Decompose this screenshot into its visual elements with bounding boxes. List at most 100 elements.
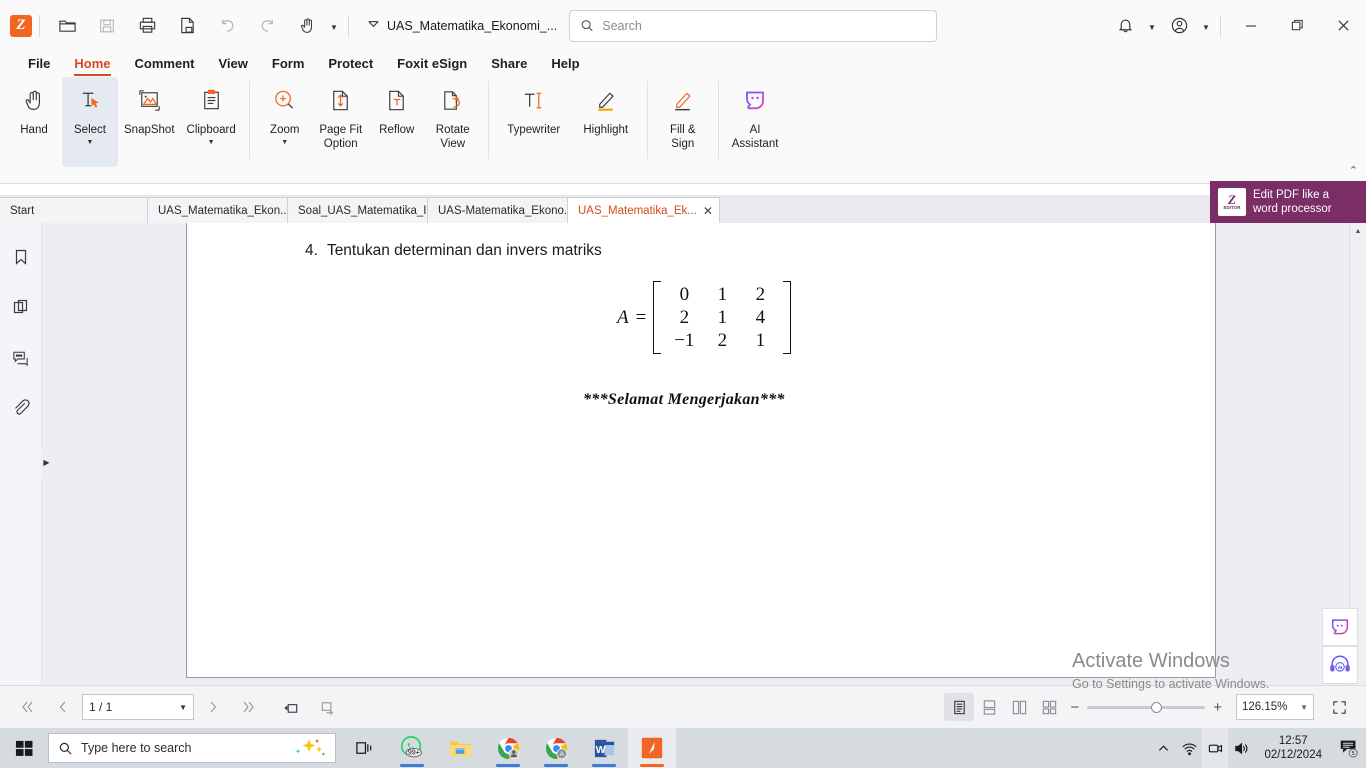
tab-close-icon[interactable]: ✕ bbox=[703, 205, 713, 217]
foxit-pdf-reader-window: Z ▼ UAS_Matematika_Ekonomi_... Search ▼ … bbox=[0, 0, 1366, 768]
document-work-area: ▶ 4. Tentukan determinan dan invers matri… bbox=[0, 223, 1366, 685]
ribbon-zoom-button[interactable]: Zoom ▼ bbox=[257, 77, 313, 167]
ribbon-reflow-button[interactable]: Reflow bbox=[369, 77, 425, 167]
ribbon-select-caret[interactable]: ▼ bbox=[87, 139, 94, 146]
ribbon-rotate-view-button[interactable]: Rotate View bbox=[425, 77, 481, 167]
word-icon[interactable]: W bbox=[580, 728, 628, 768]
menu-protect[interactable]: Protect bbox=[316, 51, 385, 77]
ribbon-ai-assistant-button[interactable]: AI Assistant bbox=[726, 77, 785, 167]
notification-center-icon[interactable]: 5 bbox=[1332, 728, 1366, 768]
maximize-restore-button[interactable] bbox=[1274, 0, 1320, 51]
next-view-icon[interactable] bbox=[314, 694, 340, 720]
ribbon-select-button[interactable]: Select ▼ bbox=[62, 77, 118, 167]
fullscreen-icon[interactable] bbox=[1326, 694, 1352, 720]
windows-start-icon[interactable] bbox=[0, 728, 48, 768]
tab-document-3[interactable]: UAS-Matematika_Ekono... bbox=[428, 197, 568, 223]
scroll-up-icon[interactable]: ▲ bbox=[1350, 223, 1366, 240]
continuous-view-icon[interactable] bbox=[974, 693, 1004, 721]
tab-start[interactable]: Start bbox=[0, 197, 148, 223]
tab-document-2-label: Soal_UAS_Matematika_I... bbox=[298, 204, 428, 217]
notifications-bell-icon[interactable] bbox=[1105, 6, 1145, 46]
search-box[interactable] bbox=[569, 9, 938, 42]
file-explorer-icon[interactable] bbox=[436, 728, 484, 768]
page-number-dropdown-caret[interactable]: ▼ bbox=[179, 703, 187, 712]
page-thumbnails-icon[interactable] bbox=[7, 293, 35, 321]
expand-navigation-panel-button[interactable]: ▶ bbox=[41, 445, 52, 479]
close-button[interactable] bbox=[1320, 0, 1366, 51]
tab-document-1[interactable]: UAS_Matematika_Ekon... bbox=[148, 197, 288, 223]
attachments-icon[interactable] bbox=[7, 393, 35, 421]
zoom-in-button[interactable]: + bbox=[1213, 699, 1222, 716]
zoom-slider-knob[interactable] bbox=[1150, 701, 1162, 713]
previous-page-icon[interactable] bbox=[50, 694, 76, 720]
hand-tool-icon[interactable] bbox=[287, 6, 327, 46]
account-dropdown-caret[interactable]: ▼ bbox=[1199, 6, 1213, 46]
whatsapp-icon[interactable]: 99+ bbox=[388, 728, 436, 768]
clock[interactable]: 12:57 02/12/2024 bbox=[1254, 734, 1332, 762]
last-page-icon[interactable] bbox=[236, 694, 262, 720]
export-document-icon[interactable] bbox=[167, 6, 207, 46]
network-icon[interactable] bbox=[1176, 728, 1202, 768]
tab-document-2[interactable]: Soal_UAS_Matematika_I... bbox=[288, 197, 428, 223]
zoom-slider[interactable]: − + bbox=[1070, 699, 1222, 716]
taskbar-search-box[interactable]: Type here to search bbox=[48, 733, 336, 763]
save-icon[interactable] bbox=[87, 6, 127, 46]
first-page-icon[interactable] bbox=[14, 694, 40, 720]
hand-tool-dropdown-caret[interactable]: ▼ bbox=[327, 6, 341, 46]
open-icon[interactable] bbox=[47, 6, 87, 46]
ribbon-typewriter-button[interactable]: Typewriter bbox=[496, 77, 572, 167]
notifications-dropdown-caret[interactable]: ▼ bbox=[1145, 6, 1159, 46]
menu-foxit-esign[interactable]: Foxit eSign bbox=[385, 51, 479, 77]
previous-view-icon[interactable] bbox=[278, 694, 304, 720]
ribbon-clipboard-button[interactable]: Clipboard ▼ bbox=[181, 77, 242, 167]
ribbon-fill-sign-button[interactable]: Fill & Sign bbox=[655, 77, 711, 167]
show-hidden-icons-icon[interactable] bbox=[1150, 728, 1176, 768]
redo-icon[interactable] bbox=[247, 6, 287, 46]
screen-record-icon[interactable] bbox=[1202, 728, 1229, 768]
ai-chat-bubble-icon[interactable] bbox=[1322, 608, 1358, 646]
ribbon-clipboard-caret[interactable]: ▼ bbox=[208, 139, 215, 146]
zoom-level-field[interactable]: 126.15% ▼ bbox=[1236, 694, 1314, 720]
zoom-slider-track[interactable] bbox=[1087, 701, 1206, 713]
ribbon-highlight-button[interactable]: Highlight bbox=[572, 77, 640, 167]
undo-icon[interactable] bbox=[207, 6, 247, 46]
chrome-profile-icon[interactable]: A bbox=[532, 728, 580, 768]
chrome-icon[interactable] bbox=[484, 728, 532, 768]
ai-support-headset-icon[interactable]: AI bbox=[1322, 646, 1358, 684]
ribbon-divider bbox=[646, 81, 648, 159]
status-bar: 1 / 1 ▼ − + 126.15% ▼ bbox=[0, 685, 1366, 728]
single-page-view-icon[interactable] bbox=[944, 693, 975, 721]
foxit-pdf-icon[interactable] bbox=[628, 728, 676, 768]
menu-form[interactable]: Form bbox=[260, 51, 317, 77]
two-page-continuous-view-icon[interactable] bbox=[1034, 693, 1064, 721]
menu-file[interactable]: File bbox=[16, 51, 62, 77]
tab-document-4-active[interactable]: UAS_Matematika_Ek... ✕ bbox=[568, 197, 720, 223]
document-title-chevron-icon[interactable] bbox=[366, 16, 381, 36]
print-icon[interactable] bbox=[127, 6, 167, 46]
menu-view[interactable]: View bbox=[206, 51, 259, 77]
search-icon bbox=[581, 20, 593, 32]
menu-comment[interactable]: Comment bbox=[123, 51, 207, 77]
account-icon[interactable] bbox=[1159, 6, 1199, 46]
zoom-out-button[interactable]: − bbox=[1070, 699, 1079, 716]
ribbon-hand-button[interactable]: Hand bbox=[6, 77, 62, 167]
page-number-field[interactable]: 1 / 1 ▼ bbox=[82, 694, 194, 720]
two-page-view-icon[interactable] bbox=[1004, 693, 1034, 721]
next-page-icon[interactable] bbox=[200, 694, 226, 720]
zoom-level-dropdown-caret[interactable]: ▼ bbox=[1300, 703, 1308, 712]
volume-icon[interactable] bbox=[1228, 728, 1254, 768]
ribbon-zoom-caret[interactable]: ▼ bbox=[281, 139, 288, 146]
ribbon-snapshot-button[interactable]: SnapShot bbox=[118, 77, 181, 167]
ribbon-collapse-chevron-icon[interactable]: ⌃ bbox=[1349, 164, 1358, 177]
bookmarks-icon[interactable] bbox=[7, 243, 35, 271]
menu-help[interactable]: Help bbox=[539, 51, 591, 77]
search-input[interactable] bbox=[602, 18, 927, 33]
task-view-icon[interactable] bbox=[340, 728, 388, 768]
ribbon-page-fit-button[interactable]: Page Fit Option bbox=[313, 77, 369, 167]
clipboard-icon bbox=[198, 83, 225, 117]
edit-pdf-promo-banner[interactable]: Z EDITOR Edit PDF like a word processor bbox=[1210, 181, 1366, 223]
comments-icon[interactable] bbox=[7, 343, 35, 371]
menu-home[interactable]: Home bbox=[62, 51, 122, 77]
minimize-button[interactable] bbox=[1228, 0, 1274, 51]
menu-share[interactable]: Share bbox=[479, 51, 539, 77]
